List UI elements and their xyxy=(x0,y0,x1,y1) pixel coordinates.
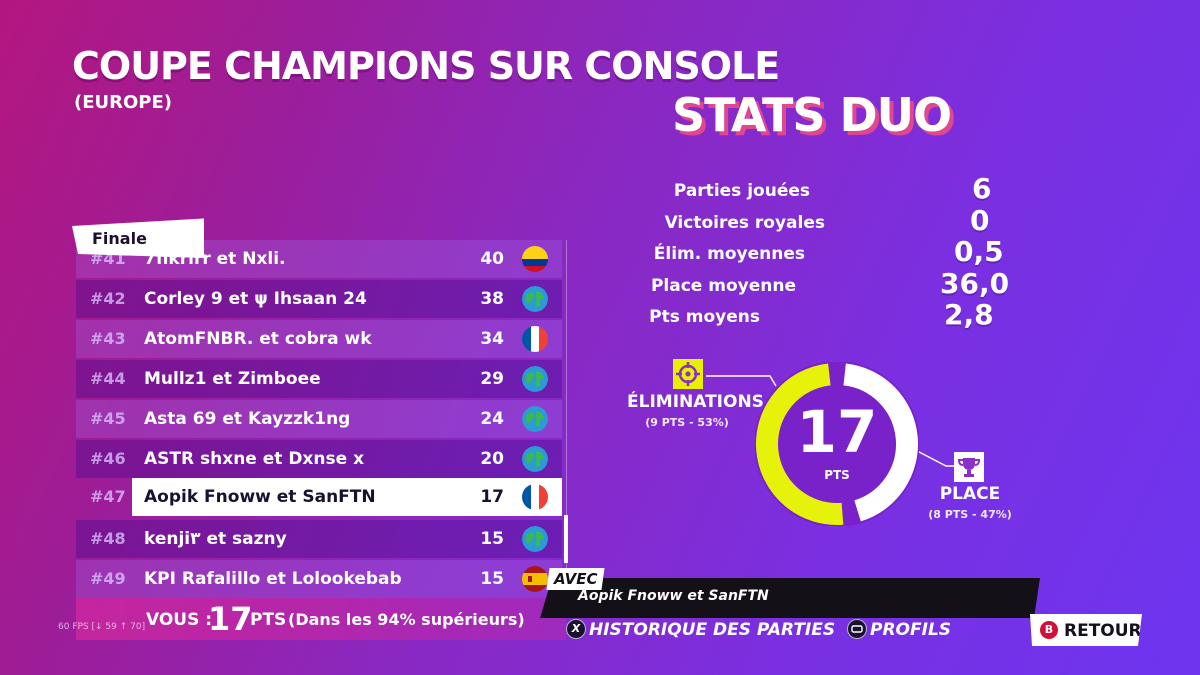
fps-counter: 60 FPS [↓ 59 ↑ 70] xyxy=(58,622,146,632)
team-points: 15 xyxy=(480,529,504,549)
leaderboard-row[interactable]: #48 kenji٣ et sazny 15 xyxy=(76,520,562,558)
b-button-icon: B xyxy=(1040,621,1058,639)
rank: #47 xyxy=(90,487,126,506)
team-points: 15 xyxy=(480,569,504,589)
spain-flag-icon xyxy=(522,566,548,592)
team-name: KPI Rafalillo et Lolookebab xyxy=(144,569,402,589)
place-legend: PLACE (8 PTS - 47%) xyxy=(910,484,1030,521)
team-name: Aopik Fnoww et SanFTN xyxy=(144,487,376,507)
stat-value: 0,5 xyxy=(954,235,1004,268)
stat-row: Pts moyens xyxy=(600,304,760,334)
france-flag-icon xyxy=(522,484,548,510)
france-flag-icon xyxy=(522,326,548,352)
team-points: 17 xyxy=(480,487,504,507)
rank: #48 xyxy=(90,529,126,548)
stat-label: Place moyenne xyxy=(650,276,796,296)
eliminations-label: ÉLIMINATIONS xyxy=(627,392,764,412)
stat-value: 6 xyxy=(972,172,992,205)
rank: #45 xyxy=(90,409,126,428)
stat-label: Parties jouées xyxy=(673,181,810,201)
stat-value: 0 xyxy=(970,204,990,237)
team-name: AtomFNBR. et cobra wk xyxy=(144,329,372,349)
you-label: VOUS : xyxy=(146,610,213,630)
stat-label: Victoires royales xyxy=(664,213,825,233)
match-history-button[interactable]: X HISTORIQUE DES PARTIES xyxy=(566,619,836,640)
globe-icon xyxy=(522,526,548,552)
teammate-name: Aopik Fnoww et SanFTN xyxy=(578,588,769,604)
leaderboard-row-selected[interactable]: #47 Aopik Fnoww et SanFTN 17 xyxy=(90,478,562,516)
you-points-unit: PTS xyxy=(250,610,287,630)
team-points: 38 xyxy=(480,289,504,309)
touchpad-button-icon xyxy=(847,619,867,639)
leaderboard-row[interactable]: #49 KPI Rafalillo et Lolookebab 15 xyxy=(76,560,562,598)
page-subtitle: (EUROPE) xyxy=(74,92,173,113)
profiles-label: PROFILS xyxy=(870,620,952,640)
rank: #46 xyxy=(90,449,126,468)
match-history-label: HISTORIQUE DES PARTIES xyxy=(589,620,836,640)
leaderboard-row[interactable]: #42 Corley 9 et ψ Ihsaan 24 38 xyxy=(76,280,562,318)
profiles-button[interactable]: PROFILS xyxy=(847,619,952,640)
scrollbar-thumb[interactable] xyxy=(564,515,568,563)
stat-row: Victoires royales xyxy=(600,210,825,240)
rank: #49 xyxy=(90,569,126,588)
back-label: RETOUR xyxy=(1064,621,1142,641)
page-title: COUPE CHAMPIONS SUR CONSOLE xyxy=(72,44,780,88)
points-donut: 17 PTS xyxy=(754,361,920,527)
team-points: 24 xyxy=(480,409,504,429)
team-points: 40 xyxy=(480,249,504,269)
stats-title: STATS DUO xyxy=(672,88,952,142)
trophy-icon xyxy=(954,452,984,482)
donut-unit: PTS xyxy=(824,468,850,482)
globe-icon xyxy=(522,446,548,472)
stat-row: Parties jouées xyxy=(600,178,810,208)
stat-label: Élim. moyennes xyxy=(653,244,805,264)
globe-icon xyxy=(522,406,548,432)
place-detail: (8 PTS - 47%) xyxy=(928,508,1012,521)
stat-value: 2,8 xyxy=(944,298,994,331)
rank: #42 xyxy=(90,289,126,308)
back-button[interactable]: B RETOUR xyxy=(1030,614,1142,646)
team-name: Asta 69 et Kayzzk1ng xyxy=(144,409,351,429)
b-button-glyph: B xyxy=(1044,623,1054,636)
team-points: 29 xyxy=(480,369,504,389)
globe-icon xyxy=(522,286,548,312)
tab-label: Finale xyxy=(92,229,147,248)
your-score-bar: VOUS : 17 PTS (Dans les 94% supérieurs) xyxy=(76,598,566,640)
teammate-tag-label: AVEC xyxy=(554,570,598,588)
team-points: 20 xyxy=(480,449,504,469)
leaderboard-row[interactable]: #43 AtomFNBR. et cobra wk 34 xyxy=(76,320,562,358)
team-name: Corley 9 et ψ Ihsaan 24 xyxy=(144,289,367,309)
you-percentile: (Dans les 94% supérieurs) xyxy=(288,610,525,629)
stat-row: Place moyenne xyxy=(600,273,796,303)
team-name: Mullz1 et Zimboee xyxy=(144,369,321,389)
stat-label: Pts moyens xyxy=(649,307,760,327)
stat-value: 36,0 xyxy=(940,267,1010,300)
eliminations-detail: (9 PTS - 53%) xyxy=(645,416,729,429)
leaderboard: #41 7fikrirr et Nxli. 40 #42 Corley 9 et… xyxy=(76,240,564,600)
eliminations-legend: ÉLIMINATIONS (9 PTS - 53%) xyxy=(627,392,764,429)
rank: #44 xyxy=(90,369,126,388)
team-name: ASTR shxne et Dxnse x xyxy=(144,449,365,469)
leaderboard-row[interactable]: #44 Mullz1 et Zimboee 29 xyxy=(76,360,562,398)
team-points: 34 xyxy=(480,329,504,349)
teammate-tag: AVEC xyxy=(546,568,606,590)
rank: #43 xyxy=(90,329,126,348)
colombia-flag-icon xyxy=(522,246,548,272)
crosshair-icon xyxy=(673,359,703,389)
you-points: 17 xyxy=(208,600,253,638)
x-button-icon: X xyxy=(566,619,586,639)
place-label: PLACE xyxy=(939,484,1001,504)
team-name: kenji٣ et sazny xyxy=(144,529,287,549)
leaderboard-row[interactable]: #46 ASTR shxne et Dxnse x 20 xyxy=(76,440,562,478)
leaderboard-row[interactable]: #45 Asta 69 et Kayzzk1ng 24 xyxy=(76,400,562,438)
donut-total: 17 xyxy=(796,398,878,466)
stat-row: Élim. moyennes xyxy=(600,241,805,271)
globe-icon xyxy=(522,366,548,392)
x-button-glyph: X xyxy=(571,622,581,635)
